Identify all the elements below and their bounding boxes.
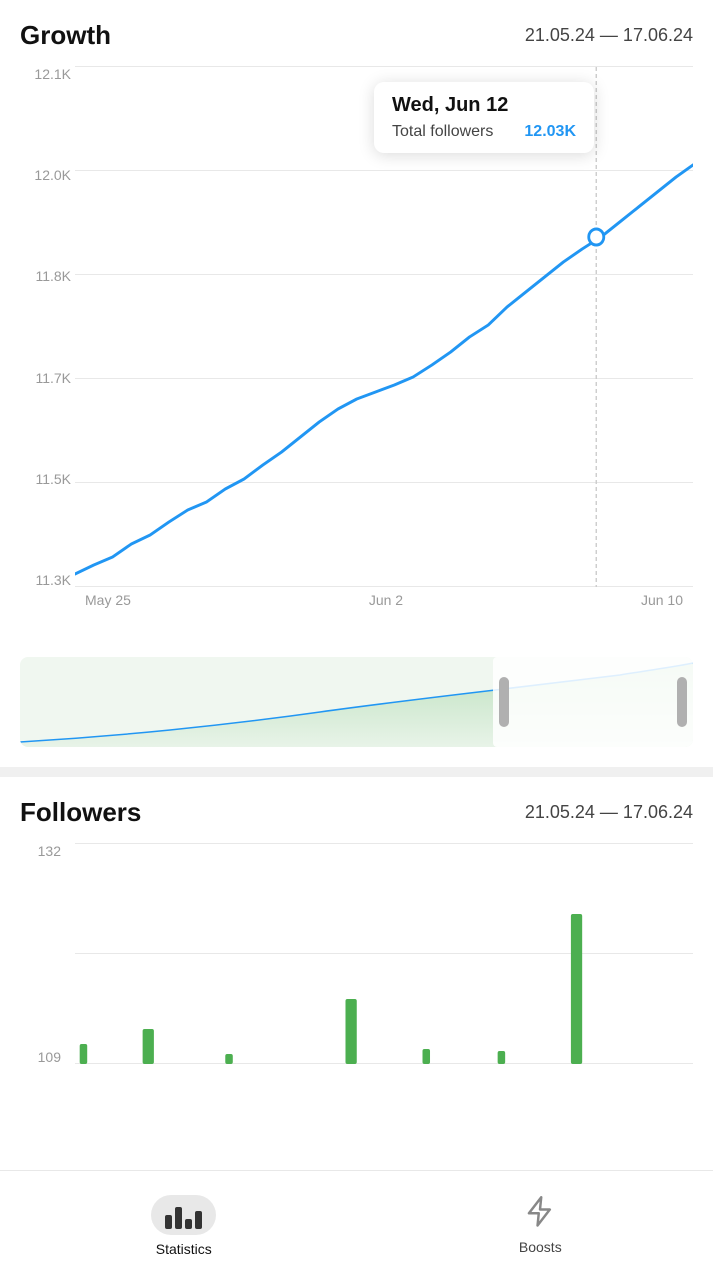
tooltip-row: Total followers 12.03K: [392, 123, 576, 141]
followers-chart-container[interactable]: 109 132: [20, 844, 693, 1104]
followers-y-label-0: 109: [20, 1050, 65, 1064]
growth-section: Growth 21.05.24 — 17.06.24 11.3K 11.5K 1…: [0, 0, 713, 647]
growth-y-axis: 11.3K 11.5K 11.7K 11.8K 12.0K 12.1K: [20, 67, 75, 587]
followers-section: Followers 21.05.24 — 17.06.24 109 132: [0, 777, 713, 1104]
statistics-icon: [165, 1201, 202, 1229]
range-handle-area[interactable]: [493, 657, 693, 747]
range-handle-left[interactable]: [499, 677, 509, 727]
boosts-icon-wrapper: [525, 1196, 555, 1233]
bar-4: [195, 1211, 202, 1229]
followers-y-label-1: 132: [20, 844, 65, 858]
statistics-icon-bg: [151, 1195, 216, 1235]
y-label-1: 11.5K: [20, 472, 75, 486]
followers-date-range: 21.05.24 — 17.06.24: [525, 802, 693, 823]
x-label-2: Jun 10: [641, 592, 683, 608]
bar-3: [185, 1219, 192, 1229]
boosts-icon: [525, 1196, 555, 1228]
range-handle-right[interactable]: [677, 677, 687, 727]
growth-x-axis: May 25 Jun 2 Jun 10: [75, 592, 693, 608]
y-label-3: 11.8K: [20, 269, 75, 283]
growth-title: Growth: [20, 20, 111, 51]
nav-boosts[interactable]: Boosts: [489, 1186, 592, 1265]
bar-1: [165, 1215, 172, 1229]
followers-header: Followers 21.05.24 — 17.06.24: [20, 797, 693, 828]
x-label-0: May 25: [85, 592, 131, 608]
x-label-1: Jun 2: [369, 592, 403, 608]
growth-chart-area[interactable]: Wed, Jun 12 Total followers 12.03K: [75, 67, 693, 587]
chart-tooltip: Wed, Jun 12 Total followers 12.03K: [374, 82, 594, 153]
tooltip-date: Wed, Jun 12: [392, 94, 576, 117]
range-selector[interactable]: [20, 657, 693, 747]
tooltip-label: Total followers: [392, 123, 493, 141]
growth-chart-container[interactable]: 11.3K 11.5K 11.7K 11.8K 12.0K 12.1K: [20, 67, 693, 647]
nav-statistics[interactable]: Statistics: [121, 1185, 246, 1267]
tooltip-value: 12.03K: [524, 123, 576, 141]
followers-title: Followers: [20, 797, 141, 828]
bar-2: [175, 1207, 182, 1229]
statistics-label: Statistics: [156, 1241, 212, 1257]
y-label-0: 11.3K: [20, 573, 75, 587]
y-label-2: 11.7K: [20, 371, 75, 385]
section-separator: [0, 767, 713, 777]
y-label-4: 12.0K: [20, 168, 75, 182]
followers-y-axis: 109 132: [20, 844, 65, 1064]
growth-header: Growth 21.05.24 — 17.06.24: [20, 20, 693, 51]
boosts-label: Boosts: [519, 1239, 562, 1255]
growth-date-range: 21.05.24 — 17.06.24: [525, 25, 693, 46]
y-label-5: 12.1K: [20, 67, 75, 81]
followers-bar-svg: [75, 844, 693, 1064]
followers-chart-area[interactable]: [75, 844, 693, 1064]
bottom-nav: Statistics Boosts: [0, 1170, 713, 1280]
